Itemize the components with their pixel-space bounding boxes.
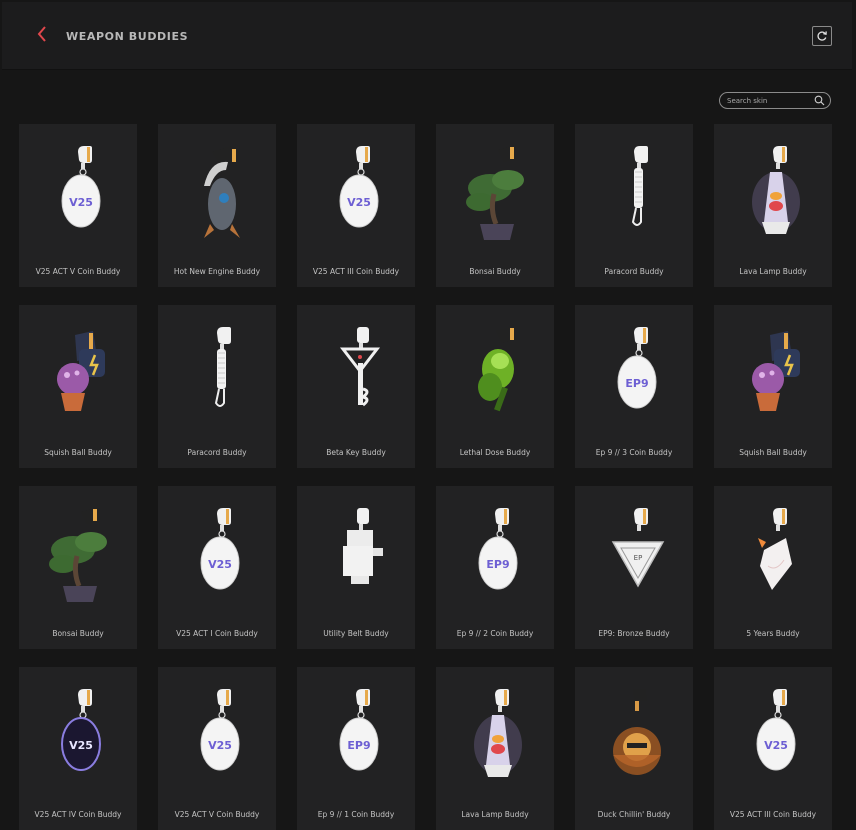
buddy-name: 5 Years Buddy (746, 629, 800, 638)
refresh-icon (817, 31, 827, 41)
buddy-card[interactable]: V25 V25 ACT III Coin Buddy (297, 124, 415, 287)
buddy-card[interactable]: EP9 Ep 9 // 2 Coin Buddy (436, 486, 554, 649)
buddy-coin-icon: V25 (339, 146, 379, 228)
buddy-lava-icon (474, 689, 522, 777)
buddy-card[interactable]: EP9 Ep 9 // 3 Coin Buddy (575, 305, 693, 468)
buddy-name: V25 ACT V Coin Buddy (35, 267, 121, 276)
buddy-squish-icon (752, 331, 800, 411)
buddy-name: Beta Key Buddy (326, 448, 386, 457)
search-icon[interactable] (814, 95, 825, 106)
buddy-coin-icon: V25 (200, 689, 240, 771)
buddy-name: V25 ACT I Coin Buddy (176, 629, 258, 638)
svg-text:V25: V25 (208, 739, 232, 752)
buddy-card[interactable]: V25 V25 ACT V Coin Buddy (19, 124, 137, 287)
buddy-coin-icon: EP9 (478, 508, 518, 590)
buddy-coin-icon: EP9 (617, 327, 657, 409)
buddy-card[interactable]: Lava Lamp Buddy (714, 124, 832, 287)
buddy-triangle-icon: EP (611, 508, 665, 588)
svg-text:EP: EP (634, 554, 643, 562)
buddy-card[interactable]: Bonsai Buddy (19, 486, 137, 649)
buddy-coin-icon: V25 (200, 508, 240, 590)
buddy-paracord-icon (214, 327, 231, 407)
buddy-name: Ep 9 // 2 Coin Buddy (456, 629, 534, 638)
refresh-button[interactable] (812, 26, 832, 46)
svg-text:V25: V25 (347, 196, 371, 209)
buddy-name: Bonsai Buddy (52, 629, 104, 638)
buddy-squish-icon (57, 331, 105, 411)
buddy-card[interactable]: EP9 Ep 9 // 1 Coin Buddy (297, 667, 415, 830)
buddy-card[interactable]: V25 V25 ACT IV Coin Buddy (19, 667, 137, 830)
top-bar: WEAPON BUDDIES (2, 2, 852, 70)
buddy-bonsai-icon (466, 146, 524, 240)
svg-text:EP9: EP9 (625, 377, 648, 390)
svg-text:V25: V25 (69, 196, 93, 209)
buddy-coin-icon: V25 (61, 146, 101, 228)
svg-text:EP9: EP9 (486, 558, 509, 571)
buddy-name: V25 ACT III Coin Buddy (312, 267, 400, 276)
buddy-coindark-icon: V25 (61, 689, 101, 771)
buddy-name: Utility Belt Buddy (323, 629, 389, 638)
buddy-card[interactable]: Lethal Dose Buddy (436, 305, 554, 468)
buddy-key-icon (339, 327, 381, 407)
buddy-rocket-icon (204, 146, 240, 238)
buddy-name: Squish Ball Buddy (739, 448, 807, 457)
buddy-name: Squish Ball Buddy (44, 448, 112, 457)
svg-text:V25: V25 (764, 739, 788, 752)
svg-text:EP9: EP9 (347, 739, 370, 752)
buddy-name: Lethal Dose Buddy (459, 448, 531, 457)
buddy-card[interactable]: Paracord Buddy (158, 305, 276, 468)
buddy-card[interactable]: Hot New Engine Buddy (158, 124, 276, 287)
buddy-fiveyears-icon (758, 508, 792, 590)
buddy-name: Paracord Buddy (604, 267, 664, 276)
search-input[interactable] (727, 94, 813, 107)
buddy-utility-icon (343, 508, 383, 584)
buddy-name: Lava Lamp Buddy (739, 267, 807, 276)
buddy-card[interactable]: Lava Lamp Buddy (436, 667, 554, 830)
buddy-card[interactable]: V25 V25 ACT I Coin Buddy (158, 486, 276, 649)
buddy-bonsai-icon (49, 508, 107, 602)
buddy-lethal-icon (478, 327, 516, 412)
chevron-left-icon (37, 26, 46, 42)
buddy-card[interactable]: Bonsai Buddy (436, 124, 554, 287)
buddy-card[interactable]: Squish Ball Buddy (19, 305, 137, 468)
buddy-grid: V25 V25 ACT V Coin Buddy Hot New Engine Bu… (19, 124, 832, 830)
back-button[interactable] (32, 26, 52, 48)
buddy-card[interactable]: Beta Key Buddy (297, 305, 415, 468)
buddy-name: Bonsai Buddy (469, 267, 521, 276)
buddy-name: EP9: Bronze Buddy (598, 629, 670, 638)
page-title: WEAPON BUDDIES (66, 30, 189, 43)
svg-text:V25: V25 (69, 739, 93, 752)
buddy-paracord-icon (631, 146, 648, 226)
buddy-coin-icon: V25 (756, 689, 796, 771)
buddy-name: Hot New Engine Buddy (173, 267, 261, 276)
svg-text:V25: V25 (208, 558, 232, 571)
buddy-lava-icon (752, 146, 800, 234)
buddy-duck-icon (613, 689, 661, 775)
buddy-name: Ep 9 // 3 Coin Buddy (595, 448, 673, 457)
buddy-coin-icon: EP9 (339, 689, 379, 771)
buddy-card[interactable]: EP EP9: Bronze Buddy (575, 486, 693, 649)
buddy-card[interactable]: Duck Chillin' Buddy (575, 667, 693, 830)
buddy-card[interactable]: V25 V25 ACT III Coin Buddy (714, 667, 832, 830)
buddy-card[interactable]: Utility Belt Buddy (297, 486, 415, 649)
buddy-card[interactable]: Paracord Buddy (575, 124, 693, 287)
buddy-card[interactable]: V25 V25 ACT V Coin Buddy (158, 667, 276, 830)
buddy-name: Paracord Buddy (187, 448, 247, 457)
buddy-card[interactable]: Squish Ball Buddy (714, 305, 832, 468)
buddy-card[interactable]: 5 Years Buddy (714, 486, 832, 649)
search-box[interactable] (719, 92, 831, 109)
